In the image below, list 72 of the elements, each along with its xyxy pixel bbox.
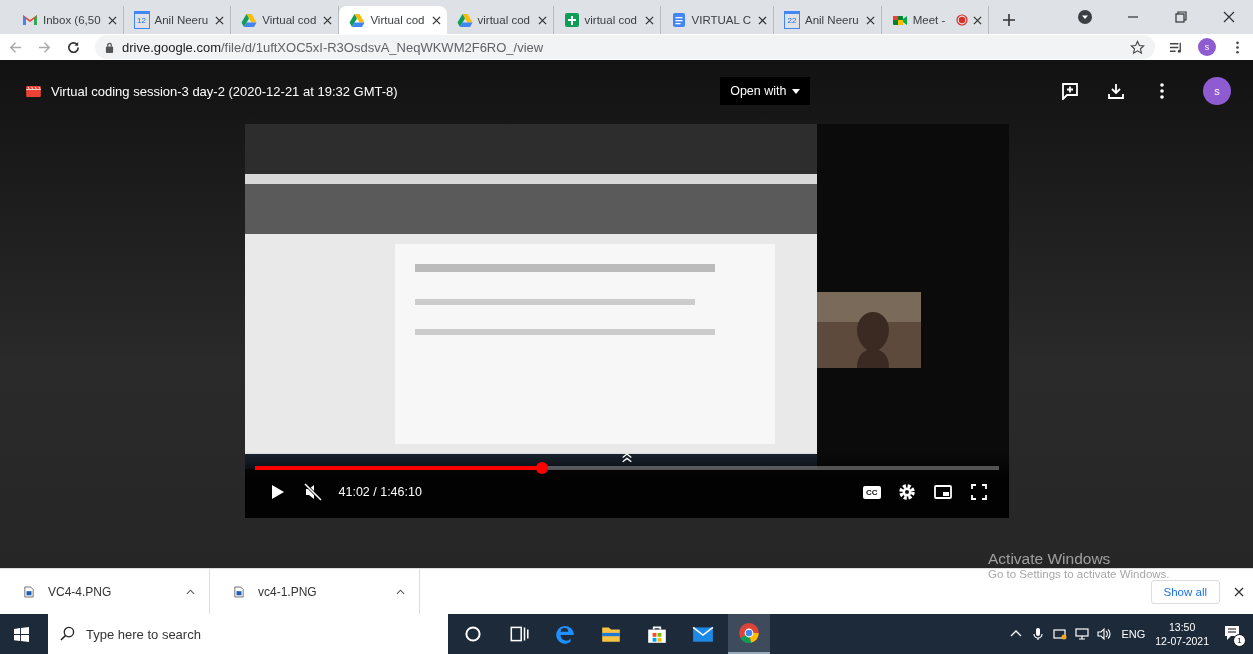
new-tab-icon[interactable]	[1002, 14, 1015, 26]
download-icon[interactable]	[1107, 82, 1125, 100]
settings-icon[interactable]	[896, 482, 917, 502]
tab-title: Virtual cod	[262, 14, 318, 26]
triangle-logo-icon	[349, 12, 366, 28]
image-file-icon	[234, 585, 244, 598]
activation-title: Activate Windows	[988, 550, 1112, 568]
file-name: vc4-1.PNG	[258, 584, 317, 599]
search-icon	[60, 626, 75, 641]
close-icon[interactable]	[215, 15, 225, 25]
triangle-logo-icon	[456, 12, 473, 28]
microphone-icon[interactable]	[1031, 627, 1046, 641]
close-icon[interactable]	[865, 15, 875, 25]
tab-title: Inbox (6,50	[43, 14, 102, 26]
caret-up-icon[interactable]	[186, 588, 195, 595]
volume-icon[interactable]	[1097, 627, 1112, 641]
tab-title: Meet -	[912, 14, 947, 26]
close-icon[interactable]	[1234, 586, 1244, 597]
show-all-button[interactable]: Show all	[1150, 579, 1220, 604]
tab-title: Anil Neeru	[804, 14, 860, 26]
caret-up-icon[interactable]	[396, 588, 405, 595]
notification-icon[interactable]	[1223, 624, 1241, 642]
browser-icon	[554, 623, 576, 645]
close-icon[interactable]	[107, 15, 117, 25]
language-indicator[interactable]: ENG	[1121, 628, 1146, 640]
miniplayer-icon[interactable]	[932, 482, 953, 502]
spreadsheet-icon	[563, 12, 580, 28]
star-icon[interactable]	[1130, 39, 1145, 55]
search-field[interactable]: Type here to search	[48, 614, 448, 654]
close-icon[interactable]	[431, 15, 441, 25]
tab-title: virtual cod	[477, 14, 531, 26]
mail-icon	[22, 12, 38, 28]
tab-title: VIRTUAL C	[691, 14, 752, 26]
tab-title: Virtual cod	[370, 14, 426, 26]
file-name: VC4-4.PNG	[48, 584, 112, 599]
activation-hint: Go to Settings to activate Windows.	[988, 568, 1170, 580]
close-icon[interactable]	[1222, 10, 1236, 24]
calendar-icon: 22	[783, 11, 800, 29]
document-icon	[670, 12, 687, 28]
notification-count: 1	[1233, 634, 1246, 647]
lock-icon	[105, 41, 114, 53]
close-icon[interactable]	[972, 15, 982, 25]
file-title: Virtual coding session-3 day-2 (2020-12-21 at 19:32 GMT-8)	[51, 83, 398, 99]
video-file-icon	[26, 85, 41, 97]
tab-title: Anil Neeru	[154, 14, 210, 26]
muted-speaker-icon[interactable]	[302, 482, 323, 502]
profile-avatar[interactable]: s	[1198, 38, 1216, 56]
open-with-button[interactable]: Open with	[720, 77, 811, 105]
close-icon[interactable]	[757, 15, 767, 25]
fullscreen-icon[interactable]	[968, 482, 989, 502]
clock[interactable]: 13:50 12-07-2021	[1155, 619, 1209, 649]
account-avatar[interactable]: s	[1203, 77, 1231, 105]
browser-tab[interactable]: Virtual cod	[339, 6, 447, 34]
close-icon[interactable]	[537, 15, 547, 25]
windows-start-icon[interactable]	[14, 626, 29, 642]
profile-dropdown-icon[interactable]	[1078, 10, 1092, 24]
chrome-icon	[738, 622, 760, 644]
reload-icon[interactable]	[66, 39, 81, 55]
double-chevron-icon[interactable]	[620, 452, 633, 463]
close-icon[interactable]	[644, 15, 654, 25]
network-icon[interactable]	[1075, 627, 1090, 641]
calendar-icon: 12	[133, 11, 150, 29]
restore-icon[interactable]	[1174, 10, 1188, 24]
time-display: 41:02 / 1:46:10	[338, 485, 422, 499]
triangle-logo-icon	[241, 12, 258, 28]
caret-icon	[792, 88, 801, 94]
image-file-icon	[24, 585, 34, 598]
tab-title: virtual cod	[584, 14, 638, 26]
url-text: drive.google.com/file/d/1uftXOC5xI-R3OsdsvA_NeqWKWM2F6RO_/view	[122, 39, 544, 55]
add-comment-icon[interactable]	[1061, 82, 1079, 100]
close-icon[interactable]	[323, 15, 333, 25]
address-bar[interactable]: drive.google.com/file/d/1uftXOC5xI-R3OsdsvA_NeqWKWM2F6RO_/view	[95, 35, 1155, 59]
